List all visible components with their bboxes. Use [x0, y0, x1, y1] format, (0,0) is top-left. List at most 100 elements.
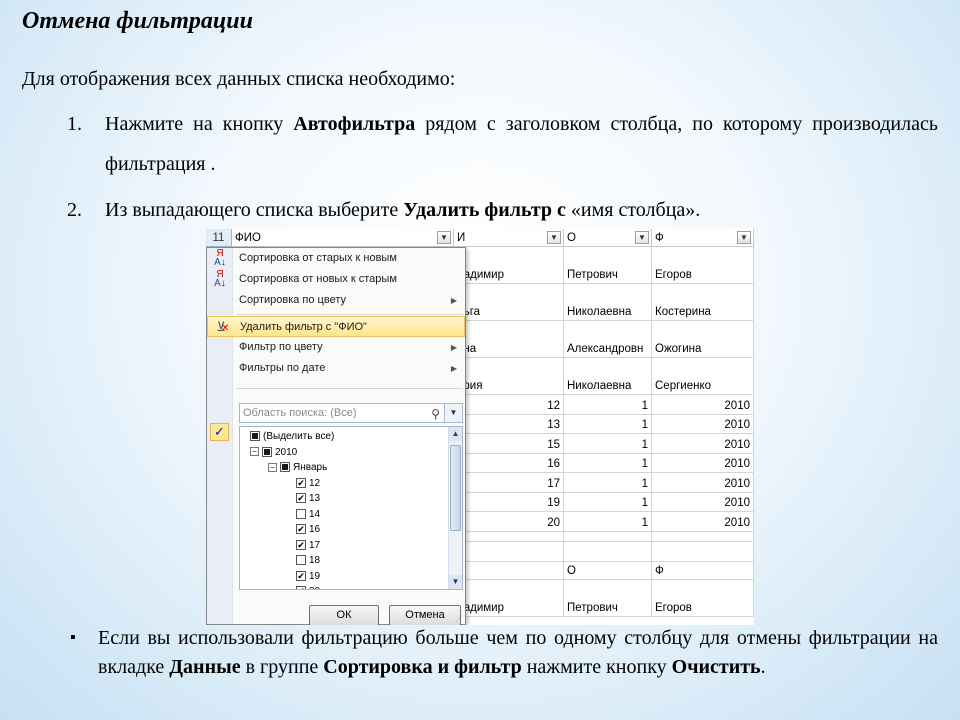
table-cell[interactable]: Николаевна [564, 284, 652, 321]
tree-item[interactable]: ✔ 16 [296, 522, 320, 537]
table-cell[interactable]: 19 [454, 492, 564, 512]
table-cell[interactable]: 2010 [652, 453, 754, 473]
table-cell[interactable]: 2010 [652, 395, 754, 415]
tree-item-label: 19 [309, 570, 321, 582]
note-bold: Сортировка и фильтр [323, 656, 522, 678]
table-cell[interactable] [564, 541, 652, 562]
table-cell[interactable]: Сергиенко [652, 358, 754, 395]
checkbox[interactable] [296, 508, 306, 519]
step-number: 1. [67, 113, 82, 135]
table-cell[interactable]: ладимир [454, 579, 564, 617]
table-cell[interactable]: 2010 [652, 434, 754, 454]
search-input[interactable]: Область поиска: (Все) ⚲ ▼ [239, 403, 463, 423]
table-cell[interactable]: Костерина [652, 284, 754, 321]
menu-item-filter-color[interactable]: Фильтр по цвету ▶ [207, 337, 465, 358]
tree-scrollbar[interactable]: ▲ ▼ [448, 427, 462, 589]
table-cell[interactable]: льга [454, 284, 564, 321]
checkbox[interactable] [280, 462, 290, 473]
menu-item-sort-desc[interactable]: Я А↓ Сортировка от новых к старым [207, 269, 465, 290]
table-cell[interactable] [652, 531, 754, 542]
autofilter-dropdown-icon[interactable]: ▼ [635, 231, 649, 244]
checkbox[interactable] [296, 555, 306, 566]
chevron-down-icon[interactable]: ▼ [444, 404, 462, 422]
tree-item[interactable]: ✔ 19 [296, 569, 320, 584]
table-cell[interactable]: 2010 [652, 414, 754, 434]
table-cell[interactable]: ладимир [454, 247, 564, 284]
checkbox[interactable]: ✔ [296, 570, 306, 581]
autofilter-dropdown-icon[interactable]: ▼ [547, 231, 561, 244]
table-cell[interactable]: 1 [564, 473, 652, 493]
table-cell[interactable]: ария [454, 358, 564, 395]
table-cell[interactable]: 1 [564, 434, 652, 454]
ok-button[interactable]: ОК [309, 605, 379, 625]
table-cell[interactable]: Петрович [564, 579, 652, 617]
table-cell[interactable]: Ф [652, 561, 754, 580]
table-cell[interactable]: 1 [564, 453, 652, 473]
table-cell[interactable]: 2010 [652, 473, 754, 493]
filter-dropdown-menu: Я А↓ Сортировка от старых к новым Я А↓ Сор… [206, 247, 466, 625]
filter-applied-icon[interactable]: ▼ [437, 231, 451, 244]
table-cell[interactable]: 20 [454, 512, 564, 532]
checkbox[interactable]: ✔ [296, 586, 306, 589]
tree-item[interactable]: ✔ 13 [296, 491, 320, 506]
menu-item-sort-asc[interactable]: Я А↓ Сортировка от старых к новым [207, 248, 465, 269]
collapse-toggle-icon[interactable]: − [268, 462, 277, 472]
checkbox[interactable] [250, 431, 260, 442]
table-cell[interactable]: Егоров [652, 579, 754, 617]
table-cell[interactable]: 2010 [652, 512, 754, 532]
table-cell[interactable] [454, 531, 564, 542]
tree-item[interactable]: ✔ 17 [296, 538, 320, 553]
tree-item-label: (Выделить все) [263, 431, 335, 442]
tree-item[interactable]: 18 [296, 553, 320, 568]
table-cell[interactable]: О [564, 561, 652, 580]
table-cell[interactable]: Александровн [564, 321, 652, 358]
menu-item-sort-color[interactable]: Сортировка по цвету ▶ [207, 290, 465, 311]
tree-item[interactable]: (Выделить все) [250, 429, 334, 444]
scroll-up-icon[interactable]: ▲ [449, 427, 462, 441]
table-cell[interactable] [564, 531, 652, 542]
table-cell[interactable] [652, 541, 754, 562]
table-cell[interactable]: 12 [454, 395, 564, 415]
table-cell[interactable]: 2010 [652, 492, 754, 512]
table-cell[interactable] [454, 561, 564, 580]
table-cell[interactable]: 15 [454, 434, 564, 454]
tree-item[interactable]: − 2010 [250, 445, 297, 460]
tree-item[interactable]: ✔20 [296, 584, 320, 589]
cancel-button[interactable]: Отмена [389, 605, 461, 625]
table-cell[interactable] [454, 541, 564, 562]
tree-item[interactable]: ✔ 12 [296, 476, 320, 491]
note-text: . [760, 656, 766, 678]
table-cell[interactable]: 13 [454, 414, 564, 434]
checkbox[interactable] [262, 446, 272, 457]
collapse-toggle-icon[interactable]: − [250, 447, 259, 457]
step-2: 2. Из выпадающего списка выберите Удалить… [67, 190, 938, 230]
checkbox[interactable]: ✔ [296, 524, 306, 535]
scroll-down-icon[interactable]: ▼ [449, 575, 462, 589]
table-cell[interactable]: Ожогина [652, 321, 754, 358]
table-cell[interactable]: 17 [454, 473, 564, 493]
menu-item-label: Фильтр по цвету [239, 341, 323, 353]
submenu-arrow-icon: ▶ [450, 296, 457, 305]
menu-item-clear-filter[interactable]: ⊻ ✕ Удалить фильтр с "ФИО" [207, 316, 465, 337]
tree-item[interactable]: − Январь [268, 460, 327, 475]
table-cell[interactable]: 1 [564, 414, 652, 434]
table-cell[interactable]: 16 [454, 453, 564, 473]
resize-grip-icon[interactable]: ⋰ [455, 614, 463, 623]
tree-item[interactable]: 14 [296, 507, 320, 522]
scroll-thumb[interactable] [450, 445, 461, 531]
table-cell[interactable]: 1 [564, 512, 652, 532]
menu-item-filter-date[interactable]: Фильтры по дате ▶ [207, 358, 465, 379]
table-cell[interactable]: 1 [564, 395, 652, 415]
table-cell[interactable]: Николаевна [564, 358, 652, 395]
date-filter-tree: (Выделить все) −2010− Январь ✔ 12 ✔ 13 14 ✔ 16 ✔ 17… [239, 426, 463, 590]
table-cell[interactable]: нна [454, 321, 564, 358]
table-cell[interactable]: 1 [564, 492, 652, 512]
checkbox[interactable]: ✔ [296, 493, 306, 504]
step-bold: Автофильтра [293, 113, 416, 135]
autofilter-dropdown-icon[interactable]: ▼ [737, 231, 751, 244]
table-cell[interactable]: Петрович [564, 247, 652, 284]
checkbox[interactable]: ✔ [296, 539, 306, 550]
table-cell[interactable]: Егоров [652, 247, 754, 284]
header-cell-f: Ф ▼ [652, 229, 754, 247]
checkbox[interactable]: ✔ [296, 477, 306, 488]
